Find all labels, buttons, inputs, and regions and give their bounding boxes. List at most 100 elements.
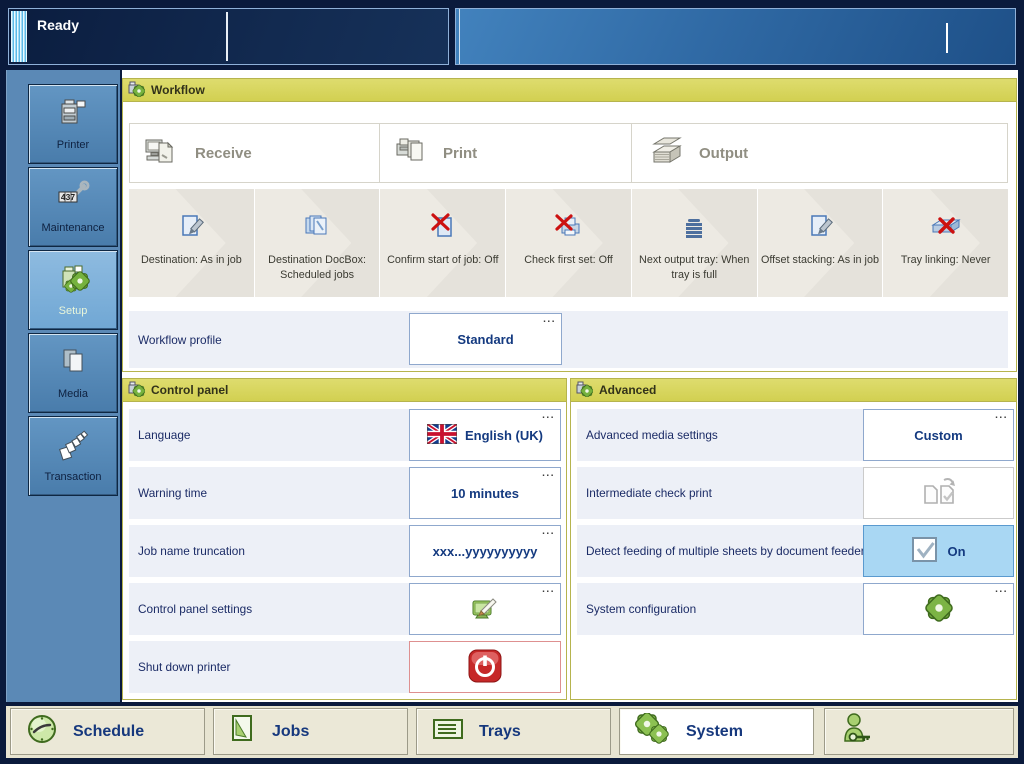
- tab-label: System: [686, 723, 743, 741]
- setting-label: Control panel settings: [138, 602, 252, 616]
- phase-receive: Receive: [130, 124, 380, 182]
- sidebar-item-maintenance[interactable]: 437 Maintenance: [28, 167, 118, 247]
- advanced-media-settings-button[interactable]: ... Custom: [863, 409, 1014, 461]
- setup-gear-icon: [56, 263, 90, 300]
- sidebar-item-transaction[interactable]: Transaction: [28, 416, 118, 496]
- tile-label: Check first set: Off: [521, 253, 616, 268]
- workflow-profile-button[interactable]: ... Standard: [409, 313, 562, 365]
- more-options-glyph: ...: [542, 585, 555, 595]
- document-stack-icon: [301, 208, 333, 244]
- tile-next-output-tray[interactable]: Next output tray: When tray is full: [632, 189, 757, 297]
- tile-confirm-start[interactable]: Confirm start of job: Off: [380, 189, 505, 297]
- tile-label: Tray linking: Never: [898, 253, 994, 268]
- setting-row-advanced-media: Advanced media settings ... Custom: [577, 409, 1011, 461]
- phase-label: Output: [699, 145, 748, 162]
- shutdown-button[interactable]: [409, 641, 561, 693]
- setting-value: Custom: [914, 428, 962, 443]
- power-icon: [466, 648, 504, 687]
- sidebar-item-label: Media: [58, 388, 88, 400]
- sidebar-item-media[interactable]: Media: [28, 333, 118, 413]
- section-gear-icon: [128, 381, 145, 400]
- document-edit-icon: [175, 208, 207, 244]
- control-panel-section-header: Control panel: [123, 379, 566, 402]
- tab-jobs[interactable]: Jobs: [213, 708, 408, 755]
- activity-indicator: [11, 11, 27, 62]
- more-options-glyph: ...: [542, 411, 555, 421]
- media-sheets-icon: [56, 346, 90, 383]
- tile-destination-docbox[interactable]: Destination DocBox: Scheduled jobs: [255, 189, 380, 297]
- setting-label: Detect feeding of multiple sheets by doc…: [586, 544, 865, 558]
- setting-row-control-panel-settings: Control panel settings ...: [129, 583, 561, 635]
- control-panel-settings-button[interactable]: ...: [409, 583, 561, 635]
- setting-row-intermediate-check: Intermediate check print: [577, 467, 1011, 519]
- tile-label: Destination: As in job: [138, 253, 245, 268]
- job-document-icon: [229, 713, 257, 750]
- tile-offset-stacking[interactable]: Offset stacking: As in job: [758, 189, 883, 297]
- sidebar-item-printer[interactable]: Printer: [28, 84, 118, 164]
- workflow-section-header: Workflow: [123, 79, 1016, 102]
- sidebar-item-label: Transaction: [44, 471, 101, 483]
- tab-label: Jobs: [272, 723, 309, 741]
- status-panel-left: Ready: [8, 8, 449, 65]
- uk-flag-icon: [427, 424, 457, 447]
- counter-wrench-icon: 437: [56, 180, 90, 217]
- status-panel-edge: [459, 9, 460, 64]
- more-options-glyph: ...: [542, 469, 555, 479]
- section-title: Control panel: [151, 383, 228, 397]
- document-edit-icon: [804, 208, 836, 244]
- tile-label: Destination DocBox: Scheduled jobs: [255, 253, 380, 282]
- setting-row-job-name-truncation: Job name truncation ... xxx...yyyyyyyyyy: [129, 525, 561, 577]
- phase-label: Receive: [195, 145, 252, 162]
- print-icon: [394, 135, 430, 172]
- status-cursor: [946, 23, 948, 53]
- phase-print: Print: [380, 124, 632, 182]
- system-configuration-button[interactable]: ...: [863, 583, 1014, 635]
- sidebar-item-setup[interactable]: Setup: [28, 250, 118, 330]
- setting-label: Job name truncation: [138, 544, 245, 558]
- tab-schedule[interactable]: Schedule: [10, 708, 205, 755]
- section-title: Advanced: [599, 383, 656, 397]
- main-content: Workflow Rece: [122, 70, 1018, 702]
- sidebar-item-label: Printer: [57, 139, 89, 151]
- more-options-glyph: ...: [542, 527, 555, 537]
- setting-value: xxx...yyyyyyyyyy: [433, 544, 538, 559]
- setting-row-language: Language ... English (UK): [129, 409, 561, 461]
- setting-label: System configuration: [586, 602, 696, 616]
- detect-multifeed-toggle[interactable]: On: [863, 525, 1014, 577]
- clock-icon: [26, 713, 58, 750]
- setting-value: On: [947, 544, 965, 559]
- status-panel-right: [455, 8, 1016, 65]
- control-panel-section: Control panel Language ...: [122, 378, 567, 700]
- phase-label: Print: [443, 145, 477, 162]
- printer-control-screen: Ready Printer: [0, 0, 1024, 764]
- printer-status-text: Ready: [37, 17, 79, 33]
- setting-label: Workflow profile: [138, 333, 222, 347]
- tab-label: Schedule: [73, 723, 144, 741]
- receive-icon: [144, 135, 182, 172]
- counter-value: 437: [61, 192, 75, 202]
- job-name-truncation-button[interactable]: ... xxx...yyyyyyyyyy: [409, 525, 561, 577]
- printer-red-x-icon: [553, 208, 585, 244]
- more-options-glyph: ...: [995, 411, 1008, 421]
- more-options-glyph: ...: [543, 315, 556, 325]
- warning-time-button[interactable]: ... 10 minutes: [409, 467, 561, 519]
- tile-destination[interactable]: Destination: As in job: [129, 189, 254, 297]
- tab-trays[interactable]: Trays: [416, 708, 611, 755]
- setting-label: Shut down printer: [138, 660, 230, 674]
- tab-operator-login[interactable]: [824, 708, 1014, 755]
- setting-row-warning-time: Warning time ... 10 minutes: [129, 467, 561, 519]
- section-gear-icon: [576, 381, 593, 400]
- tile-tray-linking[interactable]: Tray linking: Never: [883, 189, 1008, 297]
- setting-label: Advanced media settings: [586, 428, 718, 442]
- section-title: Workflow: [151, 83, 205, 97]
- document-red-x-icon: [427, 208, 459, 244]
- language-button[interactable]: ... English (UK): [409, 409, 561, 461]
- check-print-icon: [919, 476, 959, 511]
- operator-key-icon: [840, 712, 874, 751]
- intermediate-check-print-button[interactable]: [863, 467, 1014, 519]
- setting-label: Warning time: [138, 486, 207, 500]
- tile-check-first-set[interactable]: Check first set: Off: [506, 189, 631, 297]
- tab-system[interactable]: System: [619, 708, 814, 755]
- workflow-tiles: Destination: As in job Destination DocBo…: [129, 189, 1008, 297]
- more-options-glyph: ...: [995, 585, 1008, 595]
